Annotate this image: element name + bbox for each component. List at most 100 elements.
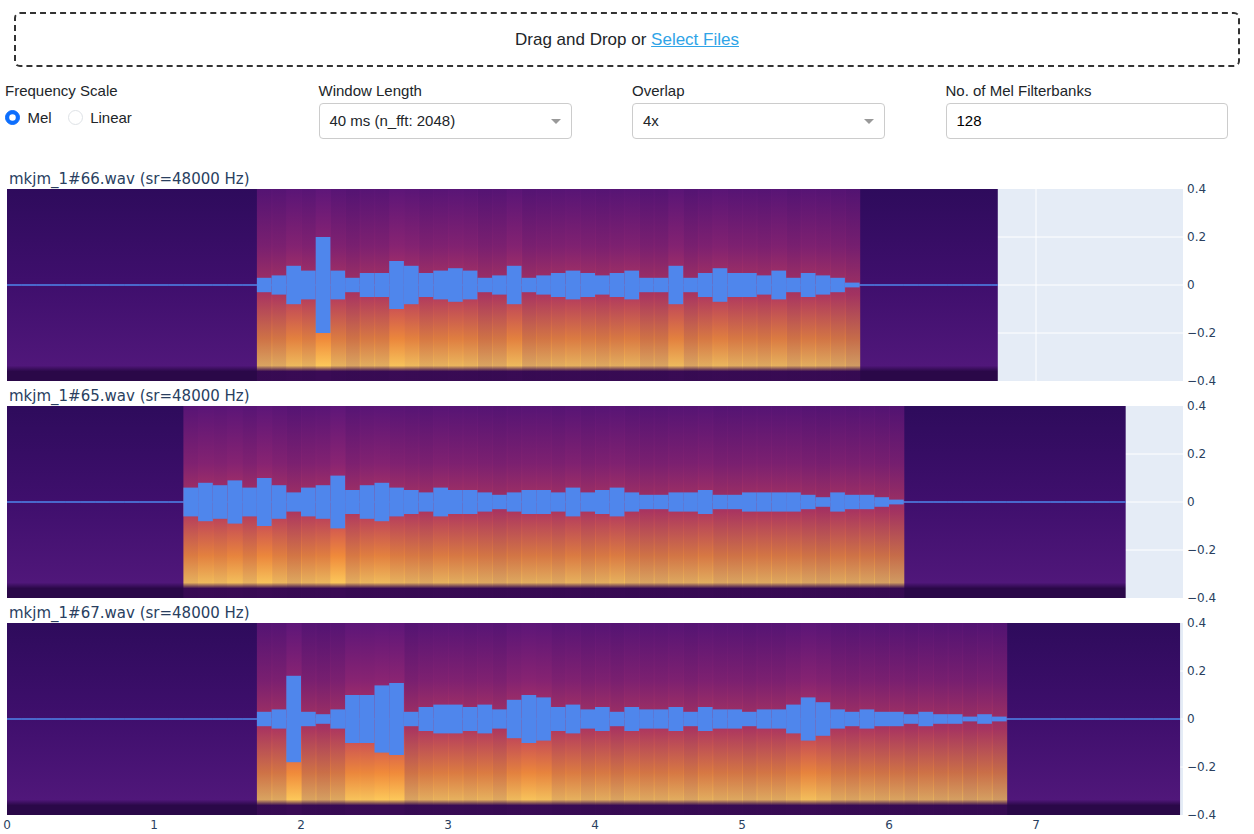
spectrogram-column xyxy=(683,623,698,815)
waveform-bar xyxy=(904,714,919,724)
waveform-bar xyxy=(272,275,287,294)
overlap-dropdown[interactable]: 4x xyxy=(632,103,885,139)
spectrogram-column xyxy=(580,189,595,381)
waveform-bar xyxy=(448,268,463,302)
spectrogram-column xyxy=(522,189,537,381)
waveform-bar xyxy=(213,485,228,519)
frequency-scale-radio[interactable] xyxy=(68,110,83,125)
spectrogram-column xyxy=(463,623,478,815)
window-length-dropdown[interactable]: 40 ms (n_fft: 2048) xyxy=(319,103,572,139)
waveform-bar xyxy=(1007,719,1022,720)
waveform-bar xyxy=(360,485,375,519)
spectrogram-column xyxy=(389,623,404,815)
spectrogram-column xyxy=(624,623,639,815)
waveform-bar xyxy=(286,492,301,511)
spectrogram-column xyxy=(419,623,434,815)
waveform-bar xyxy=(918,502,933,503)
waveform-bar xyxy=(360,695,375,743)
spectrogram-column xyxy=(404,406,419,598)
mel-filterbanks-input[interactable] xyxy=(946,103,1228,139)
waveform-bar xyxy=(286,676,301,762)
waveform-bar xyxy=(1021,719,1036,720)
waveform-bar xyxy=(36,285,51,286)
waveform-bar xyxy=(139,719,154,720)
spectrogram-column xyxy=(963,623,978,815)
waveform-bar xyxy=(654,278,669,292)
waveform-bar xyxy=(522,490,537,514)
waveform-bar xyxy=(610,712,625,726)
spectrogram-column xyxy=(610,189,625,381)
spectrogram-column xyxy=(286,623,301,815)
spectrogram-image xyxy=(7,189,998,381)
waveform-bar xyxy=(139,285,154,286)
spectrogram-column xyxy=(522,623,537,815)
waveform-bar xyxy=(345,278,360,292)
frequency-scale-option[interactable]: Linear xyxy=(68,107,132,131)
y-tick-label: 0 xyxy=(1187,712,1195,726)
spectrogram-column xyxy=(536,189,551,381)
waveform-bar xyxy=(492,709,507,728)
waveform-bar xyxy=(742,273,757,297)
waveform-bar xyxy=(492,275,507,294)
spectrogram-column xyxy=(713,406,728,598)
waveform-bar xyxy=(183,488,198,517)
waveform-bar xyxy=(66,502,81,503)
upload-prompt: Drag and Drop or xyxy=(515,27,651,53)
frequency-scale-radio-label[interactable]: Mel xyxy=(28,107,52,130)
select-files-link[interactable]: Select Files xyxy=(651,27,739,53)
spectrogram-column xyxy=(977,623,992,815)
spectrogram-column xyxy=(683,189,698,381)
waveform-bar xyxy=(110,719,125,720)
waveform-bar xyxy=(257,278,272,292)
frequency-scale-option[interactable]: Mel xyxy=(5,107,52,131)
spectrogram-column xyxy=(624,406,639,598)
spectrogram-column xyxy=(669,189,684,381)
waveform-bar xyxy=(316,714,331,724)
spectrogram-column xyxy=(551,623,566,815)
spectrogram-column xyxy=(830,406,845,598)
waveform-bar xyxy=(1124,502,1125,503)
x-tick-label: 7 xyxy=(1032,818,1040,832)
waveform-bar xyxy=(1065,719,1080,720)
waveform-bar xyxy=(198,483,213,521)
waveform-bar xyxy=(845,495,860,509)
waveform-bar xyxy=(742,712,757,726)
waveform-bar xyxy=(771,709,786,728)
waveform-bar xyxy=(595,707,610,731)
waveform-bar xyxy=(816,497,831,507)
spectrogram-column xyxy=(580,623,595,815)
window-length-value: 40 ms (n_fft: 2048) xyxy=(330,110,456,133)
waveform-bar xyxy=(272,485,287,519)
spectrogram-column xyxy=(492,406,507,598)
waveform-bar xyxy=(1168,719,1180,720)
waveform-bar xyxy=(639,495,654,509)
spectrogram-column xyxy=(757,406,772,598)
waveform-bar xyxy=(51,502,66,503)
waveform-bar xyxy=(757,709,772,728)
plot-canvas: 0.40.20−0.2−0.4 xyxy=(7,406,1254,598)
waveform-bar xyxy=(213,719,228,720)
frequency-scale-radio-label[interactable]: Linear xyxy=(90,107,132,130)
frequency-scale-radio[interactable] xyxy=(5,110,20,125)
spectrogram-column xyxy=(463,189,478,381)
spectrogram-column xyxy=(889,406,904,598)
waveform-bar xyxy=(639,278,654,292)
frequency-scale-radio-group: Mel Linear xyxy=(5,103,314,133)
upload-dropzone[interactable]: Drag and Drop or Select Files xyxy=(14,12,1240,67)
y-tick-label: 0.4 xyxy=(1187,616,1206,630)
spectrogram-column xyxy=(536,623,551,815)
waveform-bar xyxy=(933,502,948,503)
plots-area: mkjm_1#66.wav (sr=48000 Hz)0.40.20−0.2−0… xyxy=(0,170,1254,832)
spectrogram-column xyxy=(669,406,684,598)
spectrogram-column xyxy=(242,406,257,598)
spectrogram-image xyxy=(7,406,1126,598)
waveform-bar xyxy=(154,285,169,286)
spectrogram-column xyxy=(992,623,1007,815)
waveform-bar xyxy=(1154,719,1169,720)
waveform-bar xyxy=(316,485,331,519)
waveform-bar xyxy=(1080,719,1095,720)
spectrogram-column xyxy=(404,189,419,381)
overlap-label: Overlap xyxy=(632,82,941,100)
spectrogram-column xyxy=(933,623,948,815)
waveform-bar xyxy=(360,273,375,297)
